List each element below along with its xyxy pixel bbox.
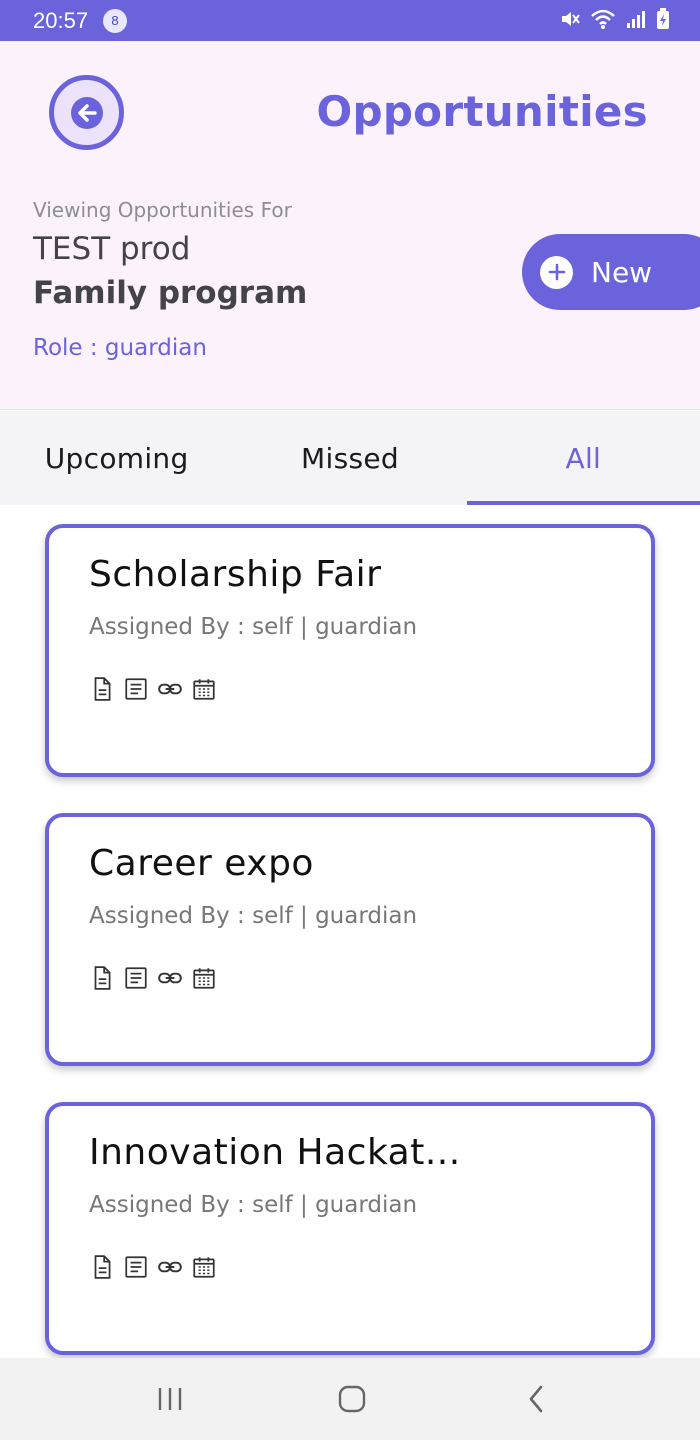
status-time: 20:57 bbox=[33, 8, 89, 33]
viewing-label: Viewing Opportunities For bbox=[33, 198, 292, 222]
tab-missed[interactable]: Missed bbox=[233, 411, 466, 505]
opportunity-title: Innovation Hackat... bbox=[89, 1132, 461, 1173]
tab-upcoming[interactable]: Upcoming bbox=[0, 411, 233, 505]
system-nav-bar bbox=[0, 1358, 700, 1440]
attachment-icons bbox=[89, 1254, 217, 1280]
tab-all[interactable]: All bbox=[466, 411, 700, 505]
program-name: Family program bbox=[33, 275, 308, 311]
notification-count-badge: 8 bbox=[103, 9, 127, 33]
tab-bar: Upcoming Missed All bbox=[0, 411, 700, 505]
home-icon bbox=[338, 1385, 366, 1413]
calendar-icon bbox=[193, 679, 215, 700]
notes-icon bbox=[125, 1256, 147, 1278]
link-icon bbox=[158, 683, 182, 695]
document-icon bbox=[94, 677, 111, 701]
opportunity-card[interactable]: Scholarship Fair Assigned By : self | gu… bbox=[45, 524, 655, 777]
system-back-button[interactable] bbox=[516, 1382, 556, 1416]
status-icons bbox=[560, 8, 670, 30]
document-icon bbox=[94, 966, 111, 990]
link-icon bbox=[158, 1261, 182, 1273]
battery-charging-icon bbox=[657, 8, 669, 29]
opportunities-header: Opportunities Viewing Opportunities For … bbox=[0, 41, 700, 410]
opportunity-card[interactable]: Innovation Hackat... Assigned By : self … bbox=[45, 1102, 655, 1355]
wifi-icon bbox=[591, 9, 615, 29]
attachment-icons bbox=[89, 676, 217, 702]
document-icon bbox=[94, 1255, 111, 1279]
notes-icon bbox=[125, 967, 147, 989]
status-bar: 20:57 8 bbox=[0, 0, 700, 41]
opportunity-card[interactable]: Career expo Assigned By : self | guardia… bbox=[45, 813, 655, 1066]
assigned-by: Assigned By : self | guardian bbox=[89, 1192, 418, 1218]
calendar-icon bbox=[193, 968, 215, 989]
back-button[interactable] bbox=[49, 75, 124, 150]
back-icon bbox=[529, 1385, 543, 1413]
new-opportunity-button[interactable]: New bbox=[522, 234, 700, 310]
opportunity-title: Career expo bbox=[89, 843, 314, 884]
assigned-by: Assigned By : self | guardian bbox=[89, 614, 418, 640]
arrow-left-icon bbox=[70, 96, 103, 129]
role-label: Role : guardian bbox=[33, 335, 207, 361]
calendar-icon bbox=[193, 1257, 215, 1278]
signal-icon bbox=[627, 11, 645, 28]
plus-icon bbox=[540, 255, 573, 289]
notes-icon bbox=[125, 678, 147, 700]
org-name: TEST prod bbox=[33, 231, 191, 267]
opportunity-list: Scholarship Fair Assigned By : self | gu… bbox=[0, 505, 700, 1358]
assigned-by: Assigned By : self | guardian bbox=[89, 903, 418, 929]
opportunity-title: Scholarship Fair bbox=[89, 554, 382, 595]
link-icon bbox=[158, 972, 182, 984]
page-title: Opportunities bbox=[316, 87, 648, 136]
new-button-label: New bbox=[591, 255, 653, 289]
recents-icon bbox=[158, 1388, 182, 1410]
recents-button[interactable] bbox=[150, 1382, 190, 1416]
mute-icon bbox=[562, 12, 580, 26]
attachment-icons bbox=[89, 965, 217, 991]
home-button[interactable] bbox=[332, 1382, 372, 1416]
